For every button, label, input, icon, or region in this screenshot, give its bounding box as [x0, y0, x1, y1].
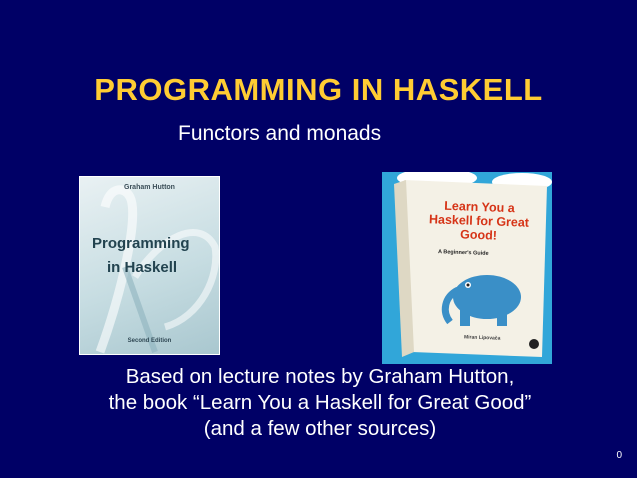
- credits-line: Based on lecture notes by Graham Hutton,: [125, 365, 515, 388]
- book1-author: Graham Hutton: [124, 184, 175, 191]
- book1-title-line1: Programming: [92, 235, 190, 252]
- slide-subtitle: Functors and monads: [178, 122, 382, 145]
- page-number: 0: [616, 450, 622, 461]
- book2-title: Learn You a Haskell for Great Good!: [428, 198, 530, 243]
- programming-in-haskell-book-cover: Graham Hutton Programming in Haskell Sec…: [79, 176, 220, 355]
- book1-title-line2: in Haskell: [107, 259, 178, 276]
- slide-title: PROGRAMMING IN HASKELL: [94, 72, 543, 107]
- credits-line: (and a few other sources): [203, 417, 437, 440]
- credits-line: the book “Learn You a Haskell for Great …: [108, 391, 532, 414]
- book1-edition: Second Edition: [127, 338, 172, 344]
- learn-you-a-haskell-book-cover: Learn You a Haskell for Great Good! A Be…: [382, 172, 552, 364]
- slide: PROGRAMMING IN HASKELL Functors and mona…: [0, 0, 637, 478]
- credits-text: Based on lecture notes by Graham Hutton,…: [40, 364, 600, 442]
- book2-author: Miran Lipovača: [463, 334, 501, 342]
